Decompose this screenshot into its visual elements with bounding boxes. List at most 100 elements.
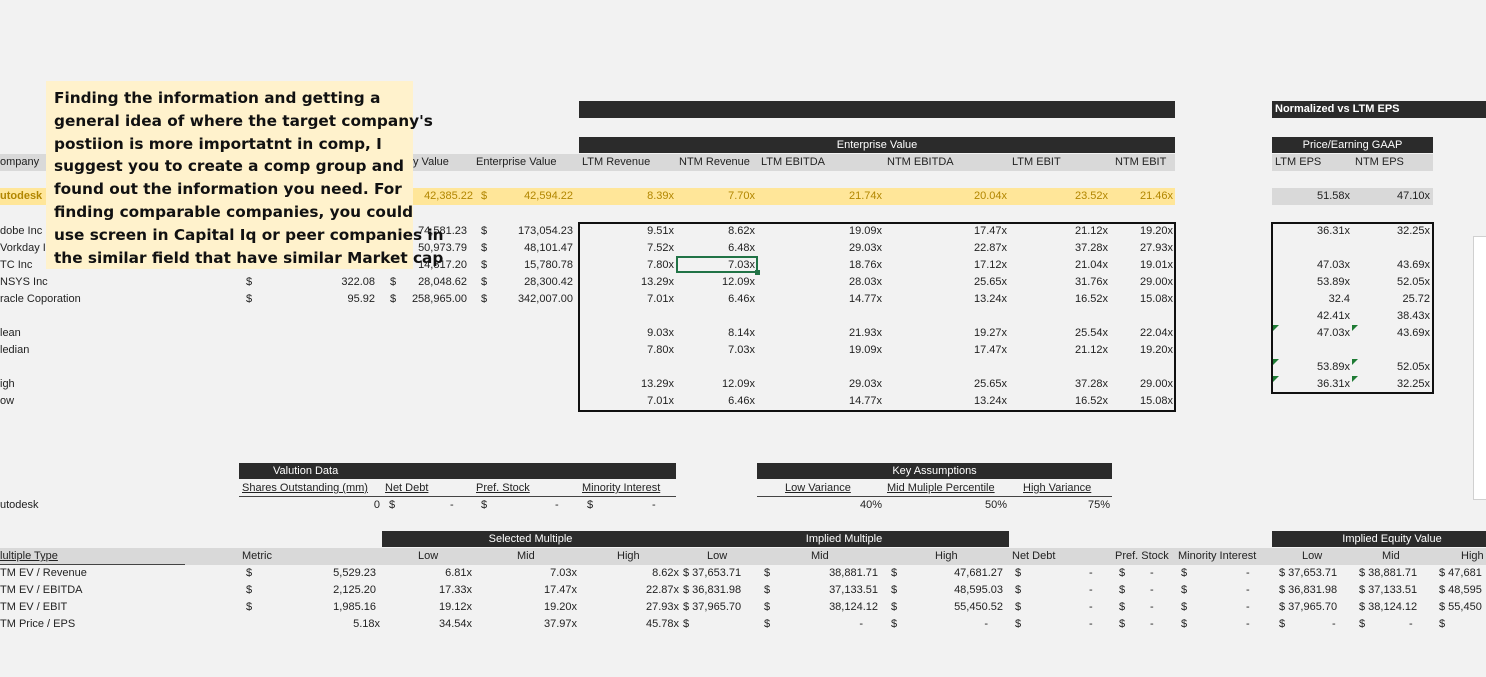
equity-high[interactable]: $ 55,450 (1439, 599, 1482, 616)
comp-ltm-ebit[interactable]: 21.12x (1020, 223, 1108, 240)
comp-ltm-ebitda[interactable]: 28.03x (780, 274, 882, 291)
comp-name[interactable]: dobe Inc (0, 223, 42, 240)
implied-low[interactable]: $ 36,831.98 (683, 582, 741, 599)
comp-share-price[interactable]: 322.08 (300, 274, 375, 291)
high-ntm-eps[interactable]: 52.05x (1360, 359, 1430, 376)
comp-ltm-revenue[interactable]: 7.01x (590, 291, 674, 308)
comment-note[interactable]: Finding the information and getting a ge… (46, 81, 444, 269)
mean-ltm-revenue[interactable]: 9.03x (590, 325, 674, 342)
comp-ltm-eps[interactable]: 32.4 (1280, 291, 1350, 308)
implied-low[interactable]: $ 37,965.70 (683, 599, 741, 616)
comp-ltm-ebitda[interactable]: 14.77x (780, 291, 882, 308)
implied-high[interactable]: - (920, 616, 988, 633)
comp-enterprise-value[interactable]: 28,300.42 (490, 274, 573, 291)
net-debt-value[interactable]: - (1089, 616, 1093, 633)
comp-ntm-revenue[interactable]: 6.46x (680, 291, 755, 308)
comp-ltm-ebit[interactable]: 37.28x (1020, 240, 1108, 257)
minority-value[interactable]: - (1246, 599, 1250, 616)
error-indicator-icon[interactable] (1352, 325, 1358, 331)
high-ntm-ebitda[interactable]: 25.65x (920, 376, 1007, 393)
multiple-type[interactable]: TM EV / EBITDA (0, 582, 83, 599)
mean-ltm-eps[interactable]: 47.03x (1280, 325, 1350, 342)
low-ntm-revenue[interactable]: 6.46x (680, 393, 755, 410)
target-ntm-eps[interactable]: 47.10x (1360, 188, 1430, 205)
equity-low[interactable]: $ 37,653.71 (1279, 565, 1337, 582)
valuation-pref[interactable]: - (555, 497, 559, 514)
target-ltm-revenue[interactable]: 8.39x (590, 188, 674, 205)
mean-ltm-ebitda[interactable]: 21.93x (780, 325, 882, 342)
comp-equity-value[interactable]: 258,965.00 (400, 291, 467, 308)
assumption-low-value[interactable]: 40% (820, 497, 882, 514)
error-indicator-icon[interactable] (1273, 359, 1279, 365)
metric-value[interactable]: 2,125.20 (300, 582, 376, 599)
comp-ntm-ebit[interactable]: 19.20x (1110, 223, 1173, 240)
median-ltm-ebitda[interactable]: 19.09x (780, 342, 882, 359)
valuation-net-debt[interactable]: - (450, 497, 454, 514)
comp-ntm-ebit[interactable]: 19.01x (1110, 257, 1173, 274)
comp-ltm-revenue[interactable]: 13.29x (590, 274, 674, 291)
pref-value[interactable]: - (1150, 565, 1154, 582)
low-ntm-ebit[interactable]: 15.08x (1110, 393, 1173, 410)
median-ntm-ebitda[interactable]: 17.47x (920, 342, 1007, 359)
minority-value[interactable]: - (1246, 565, 1250, 582)
target-ltm-ebitda[interactable]: 21.74x (780, 188, 882, 205)
selected-high[interactable]: 27.93x (600, 599, 679, 616)
comp-ltm-revenue[interactable]: 7.52x (590, 240, 674, 257)
comp-enterprise-value[interactable]: 173,054.23 (490, 223, 573, 240)
mean-ntm-eps[interactable]: 43.69x (1360, 325, 1430, 342)
comp-enterprise-value[interactable]: 48,101.47 (490, 240, 573, 257)
comp-ltm-ebitda[interactable]: 19.09x (780, 223, 882, 240)
selected-high[interactable]: 45.78x (600, 616, 679, 633)
comp-ntm-revenue[interactable]: 7.03x (680, 257, 755, 274)
minority-value[interactable]: - (1246, 616, 1250, 633)
comp-name[interactable]: TC Inc (0, 257, 32, 274)
error-indicator-icon[interactable] (1352, 359, 1358, 365)
assumption-high-value[interactable]: 75% (1050, 497, 1110, 514)
low-ltm-ebit[interactable]: 16.52x (1020, 393, 1108, 410)
multiple-type[interactable]: TM EV / EBIT (0, 599, 67, 616)
comp-ntm-eps[interactable]: 52.05x (1360, 274, 1430, 291)
error-indicator-icon[interactable] (1273, 376, 1279, 382)
net-debt-value[interactable]: - (1089, 582, 1093, 599)
high-ltm-eps[interactable]: 53.89x (1280, 359, 1350, 376)
high-ltm-ebit[interactable]: 37.28x (1020, 376, 1108, 393)
equity-low[interactable]: $ 37,965.70 (1279, 599, 1337, 616)
comp-ltm-ebitda[interactable]: 18.76x (780, 257, 882, 274)
implied-mid[interactable]: 38,881.71 (790, 565, 878, 582)
comp-ltm-eps[interactable]: 36.31x (1280, 223, 1350, 240)
target-enterprise-value[interactable]: 42,594.22 (490, 188, 573, 205)
selected-mid[interactable]: 19.20x (500, 599, 577, 616)
target-ntm-ebit[interactable]: 21.46x (1110, 188, 1173, 205)
comp-name[interactable]: NSYS Inc (0, 274, 48, 291)
metric-value[interactable]: 1,985.16 (300, 599, 376, 616)
equity-high[interactable]: $ 47,681 (1439, 565, 1482, 582)
comp-ltm-ebitda[interactable]: 29.03x (780, 240, 882, 257)
mean-ntm-ebitda[interactable]: 19.27x (920, 325, 1007, 342)
median-ltm-revenue[interactable]: 7.80x (590, 342, 674, 359)
low-ltm-revenue[interactable]: 7.01x (590, 393, 674, 410)
mean-ntm-revenue[interactable]: 8.14x (680, 325, 755, 342)
low-ntm-eps[interactable]: 32.25x (1360, 376, 1430, 393)
comp-equity-value[interactable]: 28,048.62 (400, 274, 467, 291)
extra-ltm-eps[interactable]: 42.41x (1280, 308, 1350, 325)
pref-value[interactable]: - (1150, 599, 1154, 616)
target-ltm-eps[interactable]: 51.58x (1280, 188, 1350, 205)
selected-low[interactable]: 17.33x (400, 582, 472, 599)
comp-ltm-eps[interactable]: 47.03x (1280, 257, 1350, 274)
mean-ltm-ebit[interactable]: 25.54x (1020, 325, 1108, 342)
comp-ltm-ebit[interactable]: 31.76x (1020, 274, 1108, 291)
target-ltm-ebit[interactable]: 23.52x (1020, 188, 1108, 205)
implied-low[interactable]: $ 37,653.71 (683, 565, 741, 582)
comp-ltm-eps[interactable]: 53.89x (1280, 274, 1350, 291)
implied-mid[interactable]: 37,133.51 (790, 582, 878, 599)
target-equity-value[interactable]: 42,385.22 (413, 188, 473, 205)
implied-high[interactable]: 48,595.03 (920, 582, 1003, 599)
selected-mid[interactable]: 37.97x (500, 616, 577, 633)
selected-cell-handle[interactable] (755, 270, 760, 275)
metric-value[interactable]: 5,529.23 (300, 565, 376, 582)
selected-mid[interactable]: 17.47x (500, 582, 577, 599)
selected-low[interactable]: 19.12x (400, 599, 472, 616)
comp-share-price[interactable]: 95.92 (300, 291, 375, 308)
comp-ntm-eps[interactable]: 43.69x (1360, 257, 1430, 274)
pref-value[interactable]: - (1150, 616, 1154, 633)
